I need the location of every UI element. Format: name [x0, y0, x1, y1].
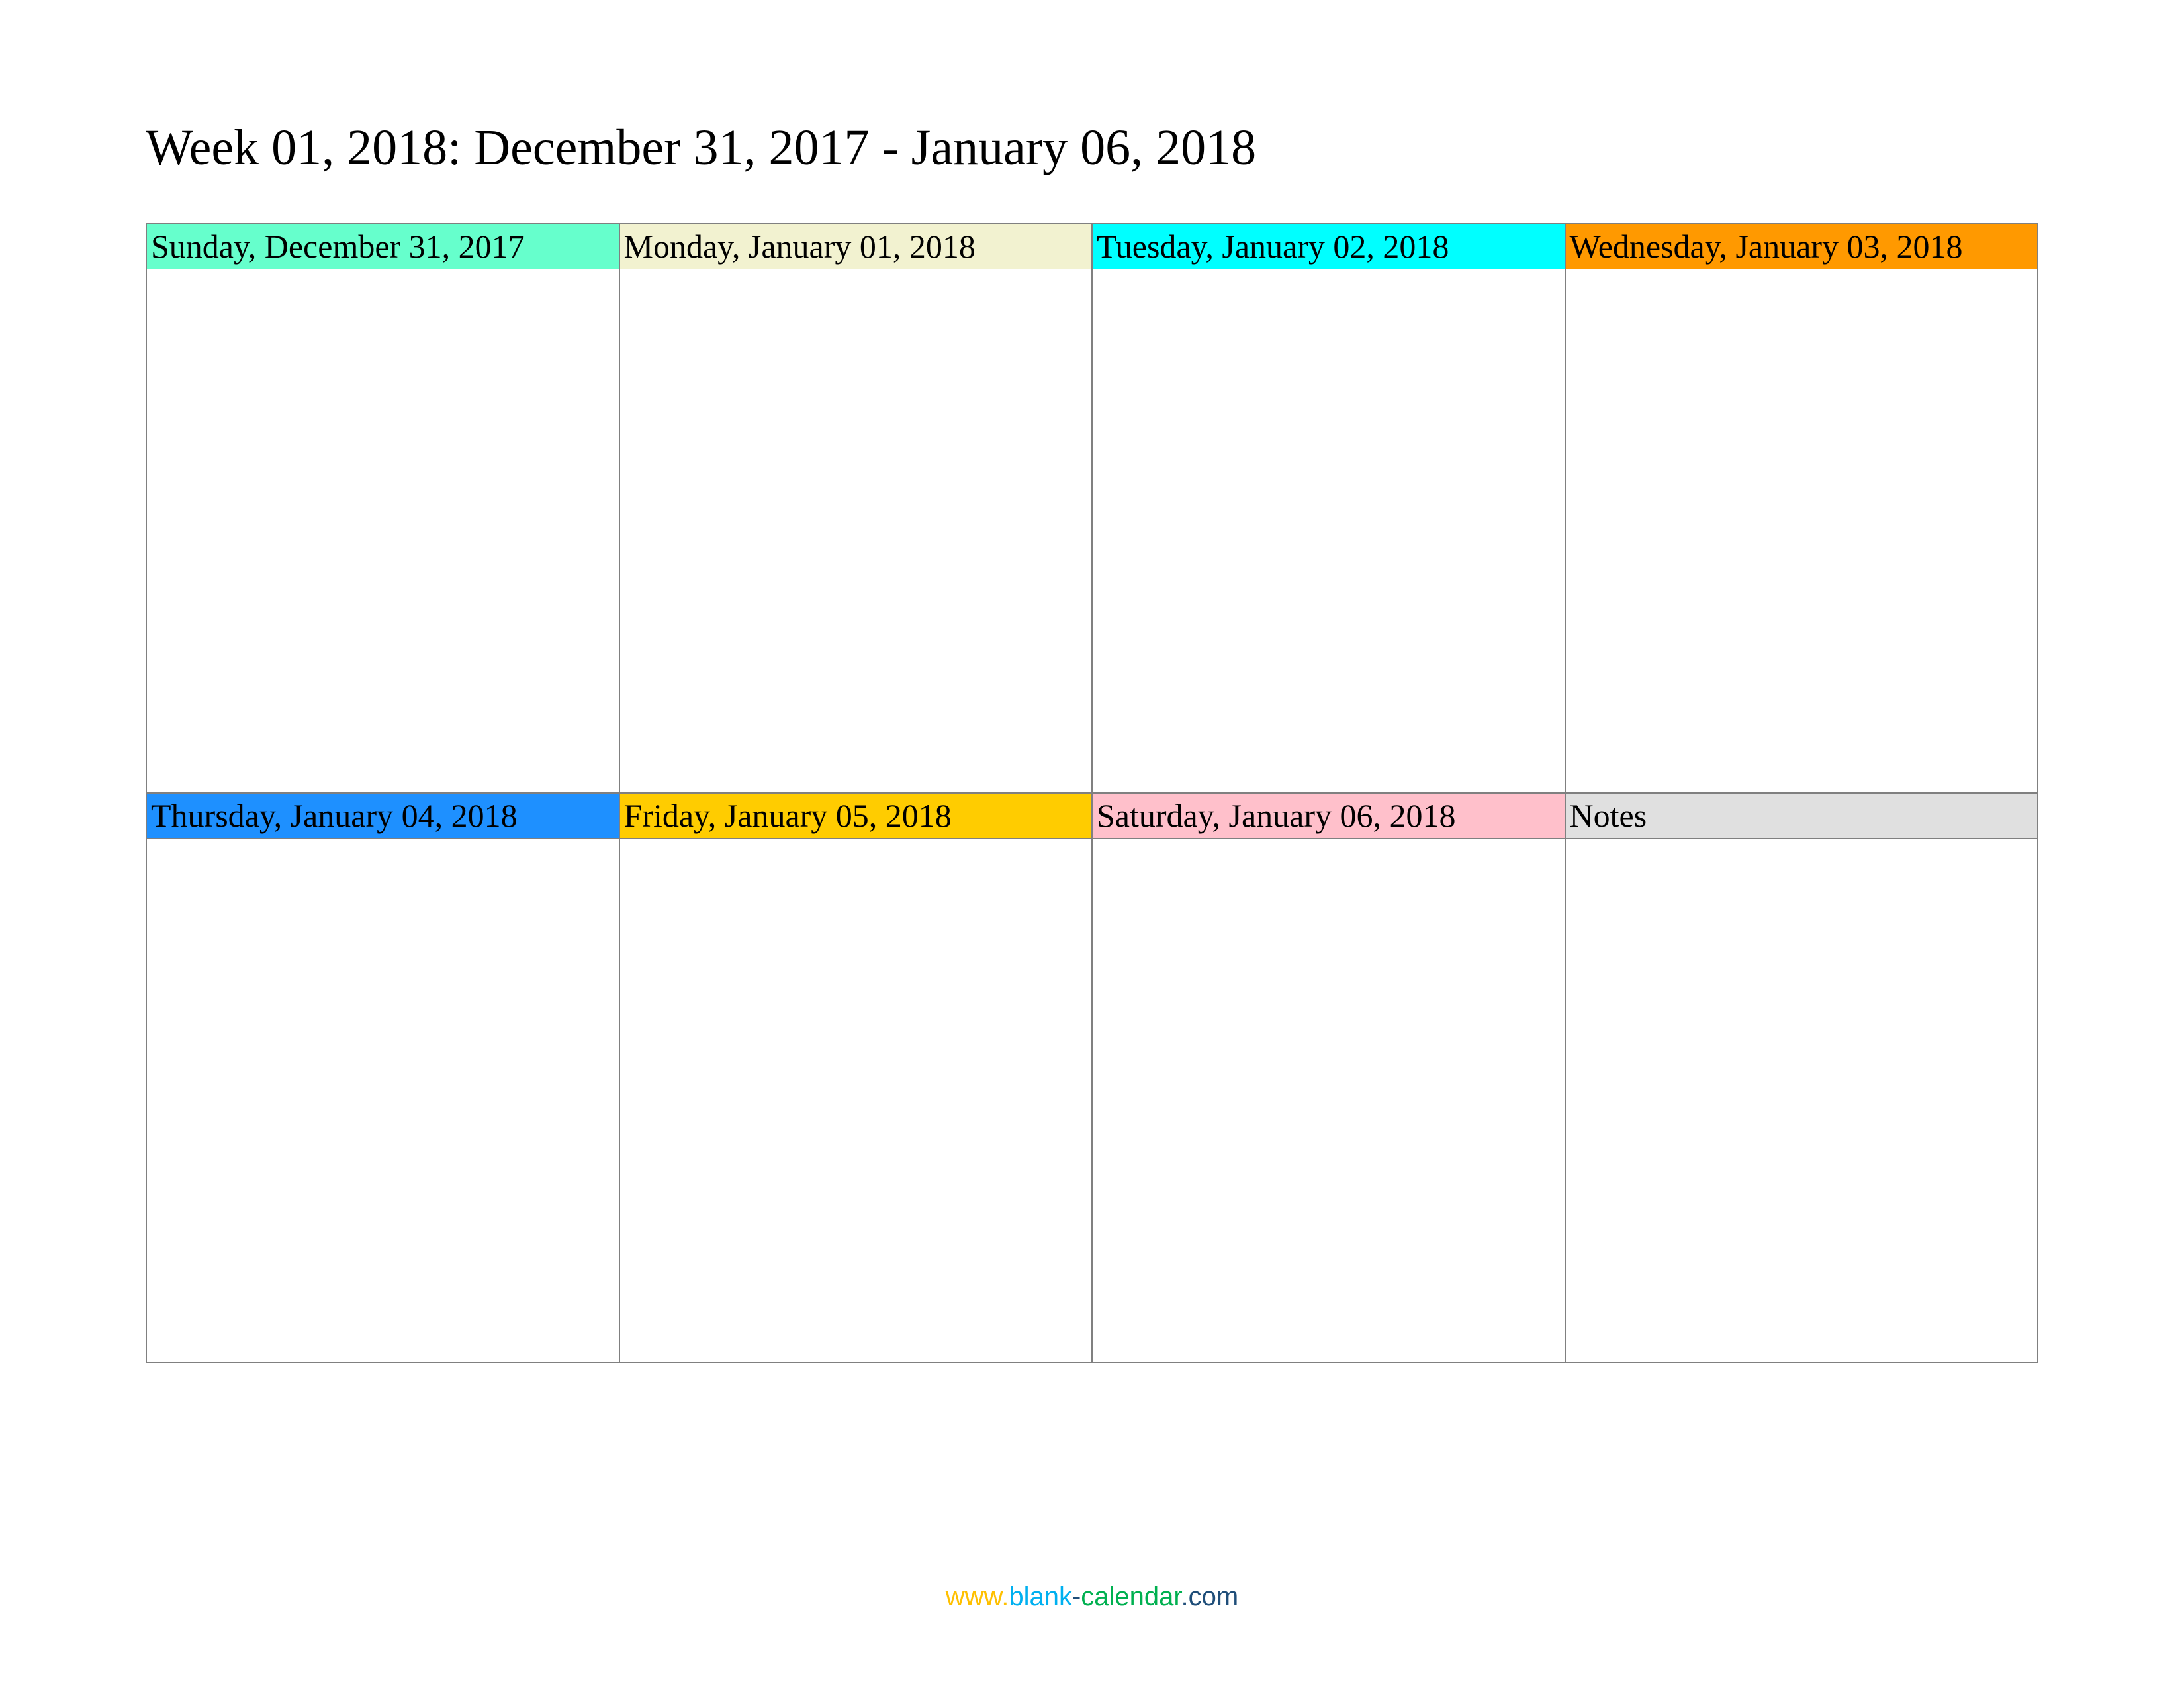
notes-body — [1566, 839, 2038, 1362]
day-cell-wednesday: Wednesday, January 03, 2018 — [1565, 224, 2038, 793]
day-cell-saturday: Saturday, January 06, 2018 — [1092, 793, 1565, 1362]
day-body-sunday — [147, 269, 619, 793]
day-cell-monday: Monday, January 01, 2018 — [619, 224, 1093, 793]
day-cell-friday: Friday, January 05, 2018 — [619, 793, 1093, 1362]
day-body-saturday — [1093, 839, 1565, 1362]
day-header-monday: Monday, January 01, 2018 — [620, 224, 1092, 269]
page-title: Week 01, 2018: December 31, 2017 - Janua… — [146, 119, 2038, 177]
day-header-wednesday: Wednesday, January 03, 2018 — [1566, 224, 2038, 269]
day-header-thursday: Thursday, January 04, 2018 — [147, 794, 619, 839]
footer-calendar: calendar — [1081, 1582, 1181, 1611]
footer-link[interactable]: www.blank-calendar.com — [0, 1582, 2184, 1612]
day-header-saturday: Saturday, January 06, 2018 — [1093, 794, 1565, 839]
day-body-friday — [620, 839, 1092, 1362]
day-body-monday — [620, 269, 1092, 793]
day-body-tuesday — [1093, 269, 1565, 793]
day-body-wednesday — [1566, 269, 2038, 793]
day-cell-sunday: Sunday, December 31, 2017 — [146, 224, 619, 793]
footer-blank: blank — [1009, 1582, 1072, 1611]
day-header-tuesday: Tuesday, January 02, 2018 — [1093, 224, 1565, 269]
footer-com: .com — [1181, 1582, 1239, 1611]
day-header-sunday: Sunday, December 31, 2017 — [147, 224, 619, 269]
footer-dash: - — [1072, 1582, 1081, 1611]
day-body-thursday — [147, 839, 619, 1362]
day-header-friday: Friday, January 05, 2018 — [620, 794, 1092, 839]
footer-www: www. — [946, 1582, 1009, 1611]
notes-header: Notes — [1566, 794, 2038, 839]
notes-cell: Notes — [1565, 793, 2038, 1362]
day-cell-thursday: Thursday, January 04, 2018 — [146, 793, 619, 1362]
day-cell-tuesday: Tuesday, January 02, 2018 — [1092, 224, 1565, 793]
week-grid: Sunday, December 31, 2017 Monday, Januar… — [146, 223, 2038, 1363]
